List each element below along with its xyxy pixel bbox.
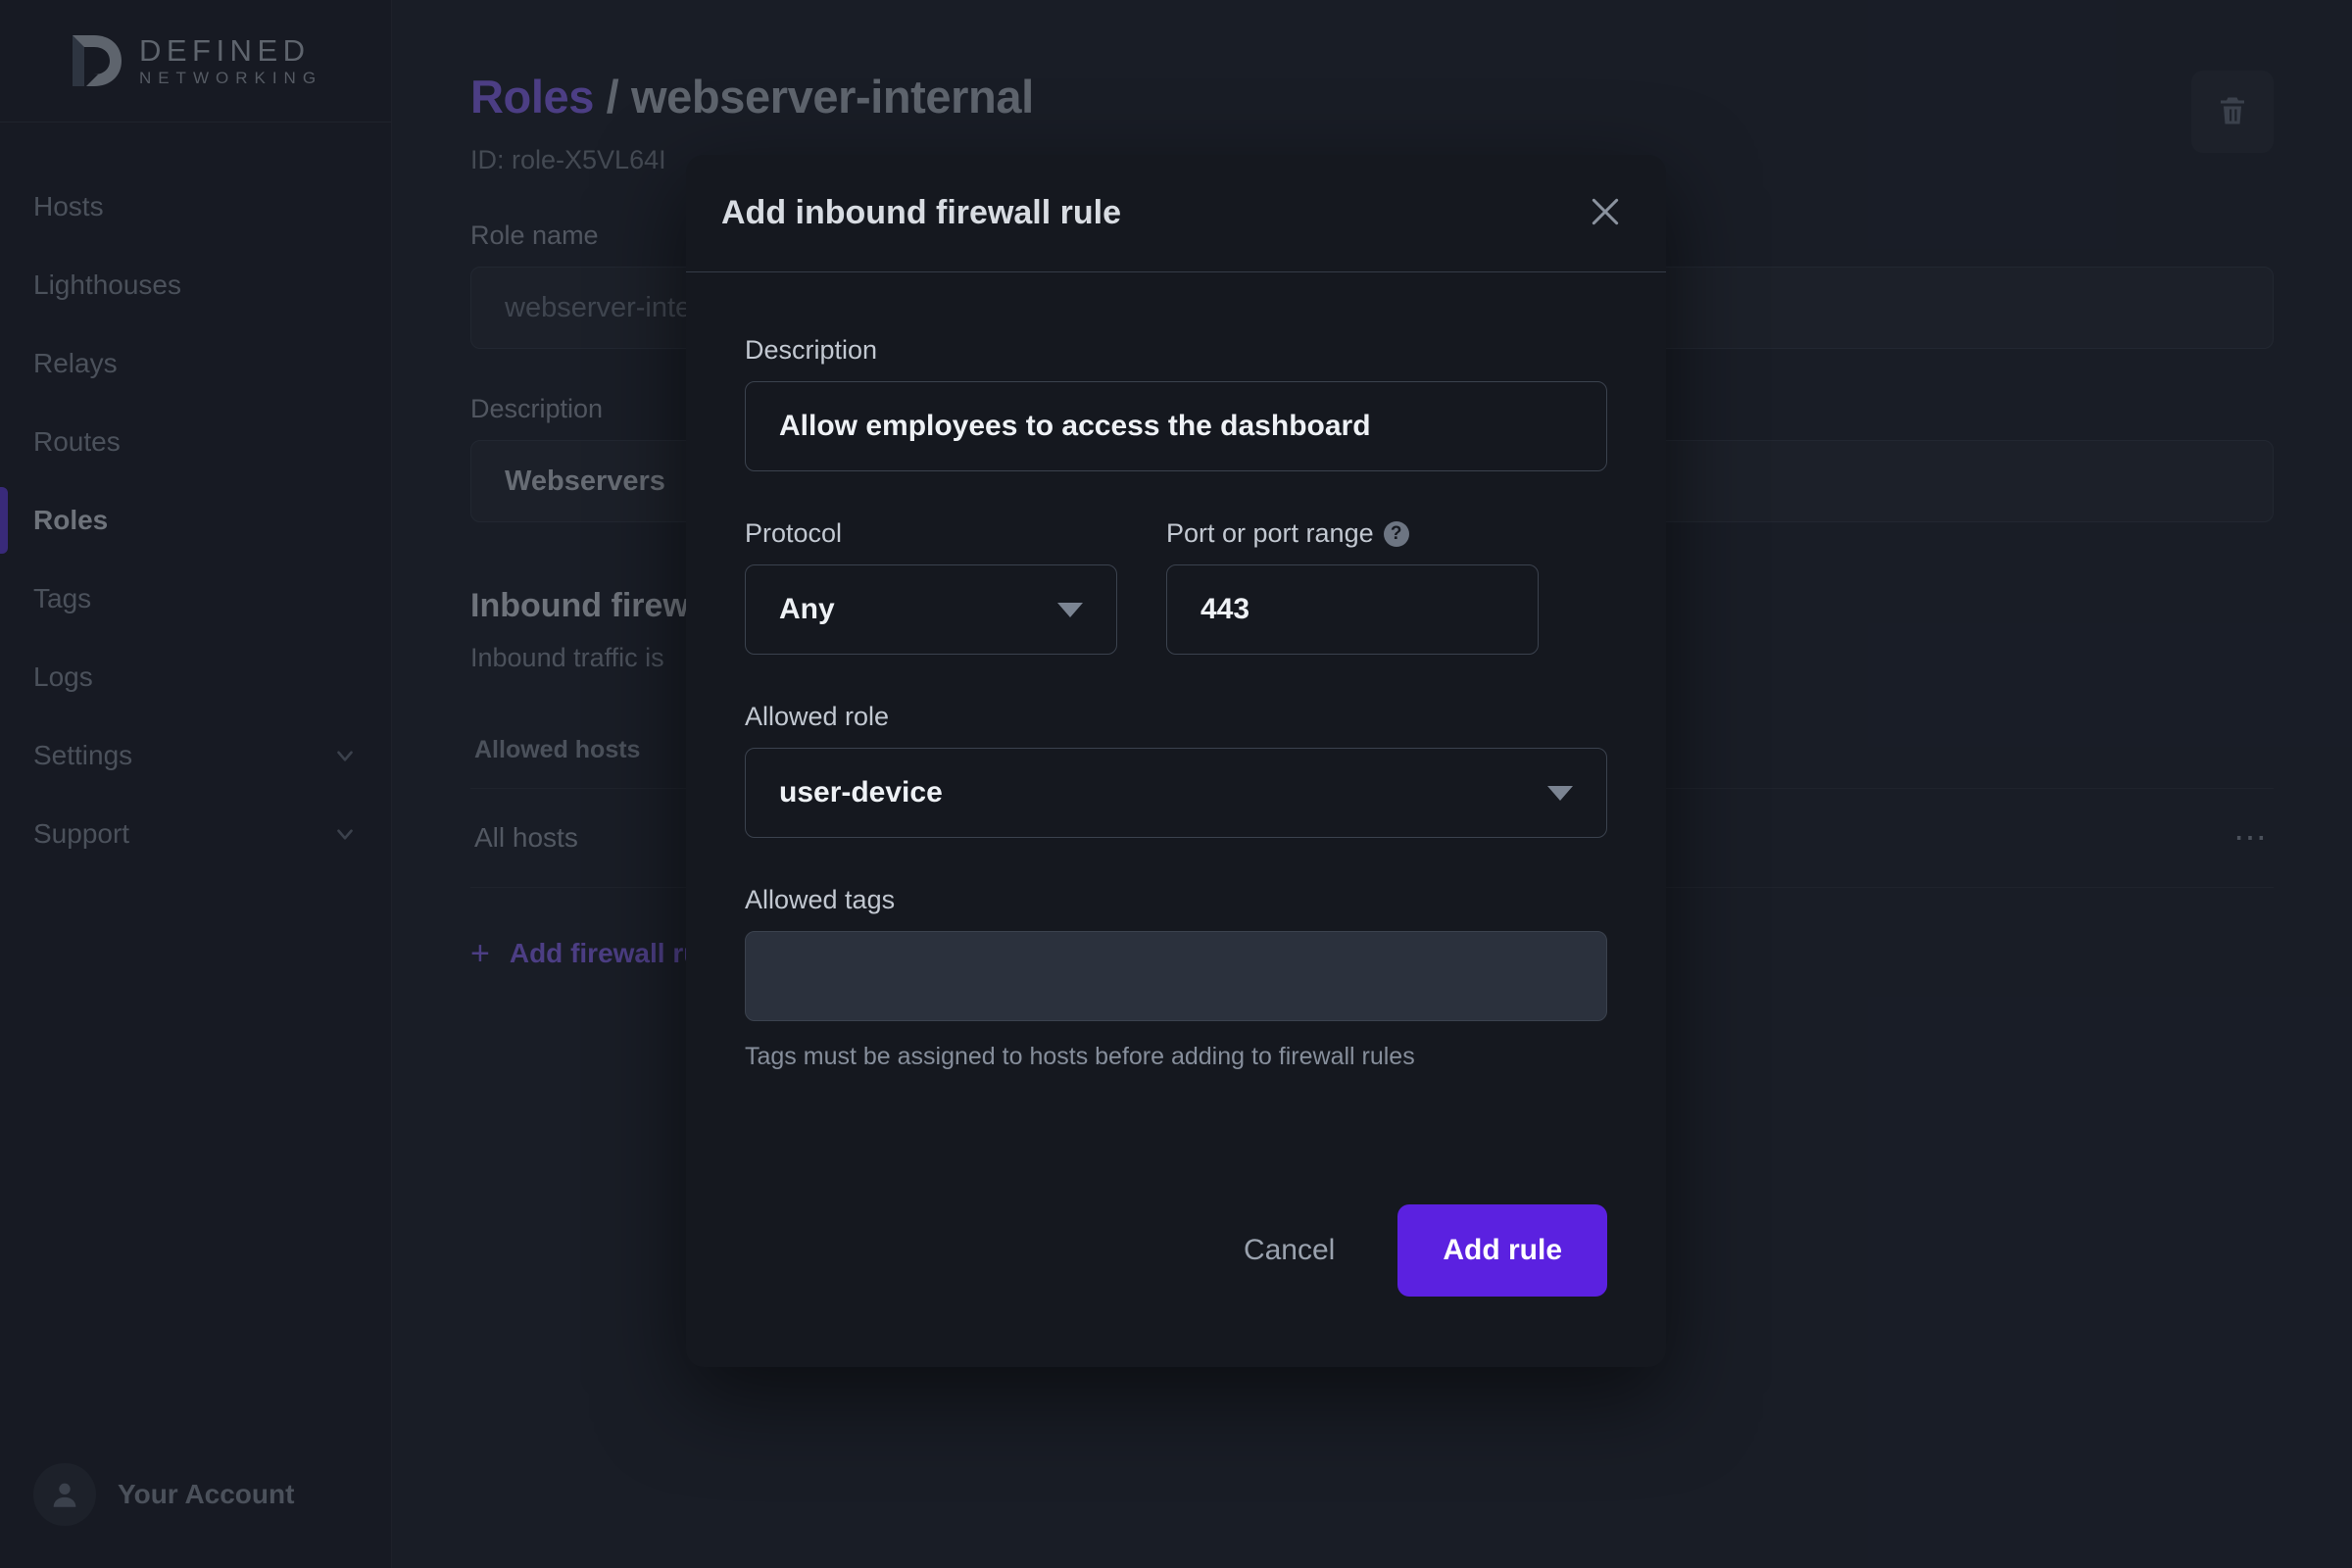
add-rule-button[interactable]: Add rule <box>1397 1204 1607 1297</box>
modal-footer: Cancel Add rule <box>686 1204 1666 1297</box>
allowed-tags-field: Allowed tags Tags must be assigned to ho… <box>745 885 1607 1071</box>
allowed-role-label: Allowed role <box>745 702 890 731</box>
modal-title: Add inbound firewall rule <box>721 194 1121 231</box>
allowed-role-selected-value: user-device <box>779 776 943 808</box>
modal-header: Add inbound firewall rule <box>686 155 1666 272</box>
help-circle-icon[interactable]: ? <box>1383 520 1409 547</box>
protocol-port-row: Protocol Any Port or port range ? <box>745 518 1607 655</box>
close-icon <box>1586 192 1625 234</box>
port-input[interactable] <box>1166 564 1539 655</box>
modal-description-label: Description <box>745 335 878 365</box>
modal-description-field: Description <box>745 335 1607 471</box>
allowed-role-select[interactable]: user-device <box>745 748 1607 838</box>
protocol-select[interactable]: Any <box>745 564 1117 655</box>
caret-down-icon <box>1057 602 1083 617</box>
allowed-role-field: Allowed role user-device <box>745 702 1607 838</box>
port-field: Port or port range ? <box>1166 518 1539 655</box>
allowed-tags-label: Allowed tags <box>745 885 896 914</box>
close-modal-button[interactable] <box>1580 188 1631 239</box>
allowed-tags-hint: Tags must be assigned to hosts before ad… <box>745 1043 1415 1070</box>
port-label: Port or port range ? <box>1166 518 1539 549</box>
cancel-button[interactable]: Cancel <box>1216 1210 1362 1291</box>
port-label-text: Port or port range <box>1166 518 1374 548</box>
protocol-field: Protocol Any <box>745 518 1117 655</box>
modal-body: Description Protocol Any Port or port ra… <box>686 272 1666 1155</box>
caret-down-icon <box>1547 785 1573 801</box>
add-inbound-firewall-rule-modal: Add inbound firewall rule Description Pr… <box>686 155 1666 1367</box>
description-input[interactable] <box>745 381 1607 471</box>
protocol-label: Protocol <box>745 518 843 548</box>
allowed-tags-input <box>745 931 1607 1021</box>
protocol-selected-value: Any <box>779 593 835 625</box>
app-root: DEFINED NETWORKING Hosts Lighthouses Rel… <box>0 0 2352 1568</box>
